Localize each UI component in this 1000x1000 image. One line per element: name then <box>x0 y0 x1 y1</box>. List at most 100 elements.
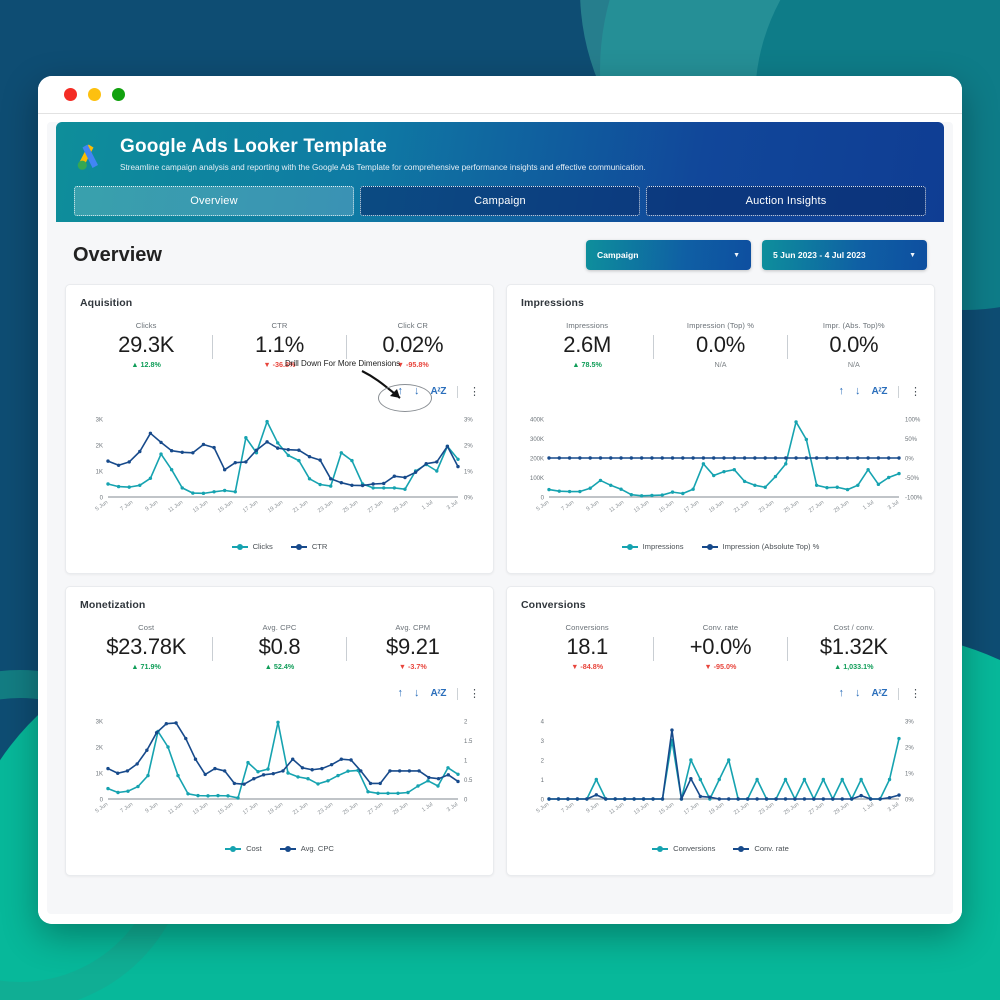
card-title: Impressions <box>521 297 584 309</box>
chart-acquisition: 0 1K 2K 3K 0% 1% 2% 3% 5 Jun 7 Jun 9 Jun 11 Jun 13 J… <box>76 413 483 551</box>
scorecard-avg-cpc: Avg. CPC $0.8 ▲ 52.4% <box>213 623 345 671</box>
divider <box>898 687 899 700</box>
svg-text:1 Jul: 1 Jul <box>421 802 434 814</box>
drill-down-icon[interactable]: ↓ <box>855 386 861 397</box>
browser-window: Google Ads Looker Template Streamline ca… <box>38 76 962 924</box>
scorecard-label: Conversions <box>565 623 609 632</box>
tab-campaign[interactable]: Campaign <box>360 186 640 216</box>
scorecard-value: 1.1% <box>255 332 304 357</box>
svg-text:0.5: 0.5 <box>464 778 473 784</box>
scorecard-delta: ▼ -3.7% <box>398 662 427 671</box>
drill-down-icon[interactable]: ↓ <box>414 386 420 397</box>
scorecard-value: 0.0% <box>829 332 879 357</box>
sort-az-icon[interactable]: AᶻZ <box>431 386 447 397</box>
svg-text:25 Jun: 25 Jun <box>783 500 800 515</box>
svg-text:29 Jun: 29 Jun <box>392 500 409 515</box>
legend-swatch <box>733 845 750 852</box>
svg-text:400K: 400K <box>530 418 544 424</box>
svg-text:-50%: -50% <box>905 476 920 482</box>
svg-text:0%: 0% <box>464 496 473 502</box>
overview-controls: Campaign ▼ 5 Jun 2023 - 4 Jul 2023 ▼ <box>586 240 927 270</box>
legend-item: CTR <box>290 542 327 551</box>
scorecard-impressions: Impressions 2.6M ▲ 78.5% <box>521 321 653 369</box>
card-title: Monetization <box>80 599 146 611</box>
svg-text:2: 2 <box>464 720 468 726</box>
svg-text:3%: 3% <box>905 720 914 726</box>
legend-item: Impression (Absolute Top) % <box>701 542 819 551</box>
svg-text:17 Jun: 17 Jun <box>242 802 259 817</box>
campaign-filter[interactable]: Campaign ▼ <box>586 240 751 270</box>
maximize-icon[interactable] <box>112 88 125 101</box>
drill-up-icon[interactable]: ↑ <box>398 688 404 699</box>
svg-text:23 Jun: 23 Jun <box>758 802 775 817</box>
svg-text:25 Jun: 25 Jun <box>783 802 800 817</box>
svg-text:9 Jun: 9 Jun <box>144 500 159 513</box>
scorecard-conversions: Conversions 18.1 ▼ -84.8% <box>521 623 653 671</box>
svg-text:1 Jul: 1 Jul <box>421 500 434 512</box>
svg-text:27 Jun: 27 Jun <box>367 500 384 515</box>
svg-text:4: 4 <box>541 720 545 726</box>
svg-text:1.5: 1.5 <box>464 739 473 745</box>
drill-down-icon[interactable]: ↓ <box>414 688 420 699</box>
legend-swatch <box>231 543 248 550</box>
more-options-icon[interactable]: ⋮ <box>469 687 480 700</box>
minimize-icon[interactable] <box>88 88 101 101</box>
scorecards: Impressions 2.6M ▲ 78.5% Impression (Top… <box>521 321 920 369</box>
svg-text:50%: 50% <box>905 437 918 443</box>
more-options-icon[interactable]: ⋮ <box>469 385 480 398</box>
svg-text:15 Jun: 15 Jun <box>658 802 675 817</box>
card-title: Aquisition <box>80 297 133 309</box>
svg-text:13 Jun: 13 Jun <box>633 802 650 817</box>
svg-text:100K: 100K <box>530 476 544 482</box>
divider <box>898 385 899 398</box>
scorecard-delta: ▲ 52.4% <box>264 662 295 671</box>
browser-titlebar <box>38 76 962 114</box>
legend-swatch <box>225 845 242 852</box>
svg-text:200K: 200K <box>530 457 544 463</box>
chart-toolbar-conversions: ↑ ↓ AᶻZ ⋮ <box>839 687 921 700</box>
chart-toolbar-monetization: ↑ ↓ AᶻZ ⋮ <box>398 687 480 700</box>
svg-text:17 Jun: 17 Jun <box>683 802 700 817</box>
svg-text:27 Jun: 27 Jun <box>808 500 825 515</box>
svg-text:3 Jul: 3 Jul <box>887 802 900 814</box>
sort-az-icon[interactable]: AᶻZ <box>872 386 888 397</box>
drill-up-icon[interactable]: ↑ <box>839 386 845 397</box>
svg-text:25 Jun: 25 Jun <box>342 802 359 817</box>
chart-legend: Impressions Impression (Absolute Top) % <box>517 542 924 551</box>
drill-up-icon[interactable]: ↑ <box>398 386 404 397</box>
tab-auction-insights[interactable]: Auction Insights <box>646 186 926 216</box>
chart-legend: Cost Avg. CPC <box>76 844 483 853</box>
svg-text:15 Jun: 15 Jun <box>217 500 234 515</box>
svg-text:21 Jun: 21 Jun <box>292 802 309 817</box>
svg-text:11 Jun: 11 Jun <box>167 500 184 514</box>
drill-up-icon[interactable]: ↑ <box>839 688 845 699</box>
svg-text:27 Jun: 27 Jun <box>367 802 384 817</box>
scorecard-value: $1.32K <box>819 634 888 659</box>
scorecard-label: Impression (Top) % <box>686 321 755 330</box>
scorecard-delta: ▲ 12.8% <box>131 360 161 369</box>
svg-text:3 Jul: 3 Jul <box>446 802 459 814</box>
sort-az-icon[interactable]: AᶻZ <box>431 688 447 699</box>
legend-swatch <box>290 543 307 550</box>
legend-swatch <box>701 543 718 550</box>
date-range-filter[interactable]: 5 Jun 2023 - 4 Jul 2023 ▼ <box>762 240 927 270</box>
svg-text:17 Jun: 17 Jun <box>683 500 700 515</box>
scorecard-value: 0.0% <box>696 332 745 357</box>
more-options-icon[interactable]: ⋮ <box>910 687 921 700</box>
legend-item: Impressions <box>621 542 684 551</box>
more-options-icon[interactable]: ⋮ <box>910 385 921 398</box>
scorecard-label: Avg. CPC <box>262 623 297 632</box>
svg-text:11 Jun: 11 Jun <box>608 802 625 816</box>
legend-item: Conversions <box>652 844 715 853</box>
sort-az-icon[interactable]: AᶻZ <box>872 688 888 699</box>
scorecard-delta: N/A <box>847 360 860 369</box>
drill-down-icon[interactable]: ↓ <box>855 688 861 699</box>
tab-overview[interactable]: Overview <box>74 186 354 216</box>
report-header: Google Ads Looker Template Streamline ca… <box>56 122 944 222</box>
svg-text:1: 1 <box>464 759 468 765</box>
svg-text:23 Jun: 23 Jun <box>317 500 334 515</box>
scorecard-value: 18.1 <box>566 634 608 659</box>
cards-grid: Aquisition Clicks 29.3K ▲ 12.8% CTR 1.1%… <box>47 284 953 876</box>
close-icon[interactable] <box>64 88 77 101</box>
svg-text:9 Jun: 9 Jun <box>144 802 159 815</box>
